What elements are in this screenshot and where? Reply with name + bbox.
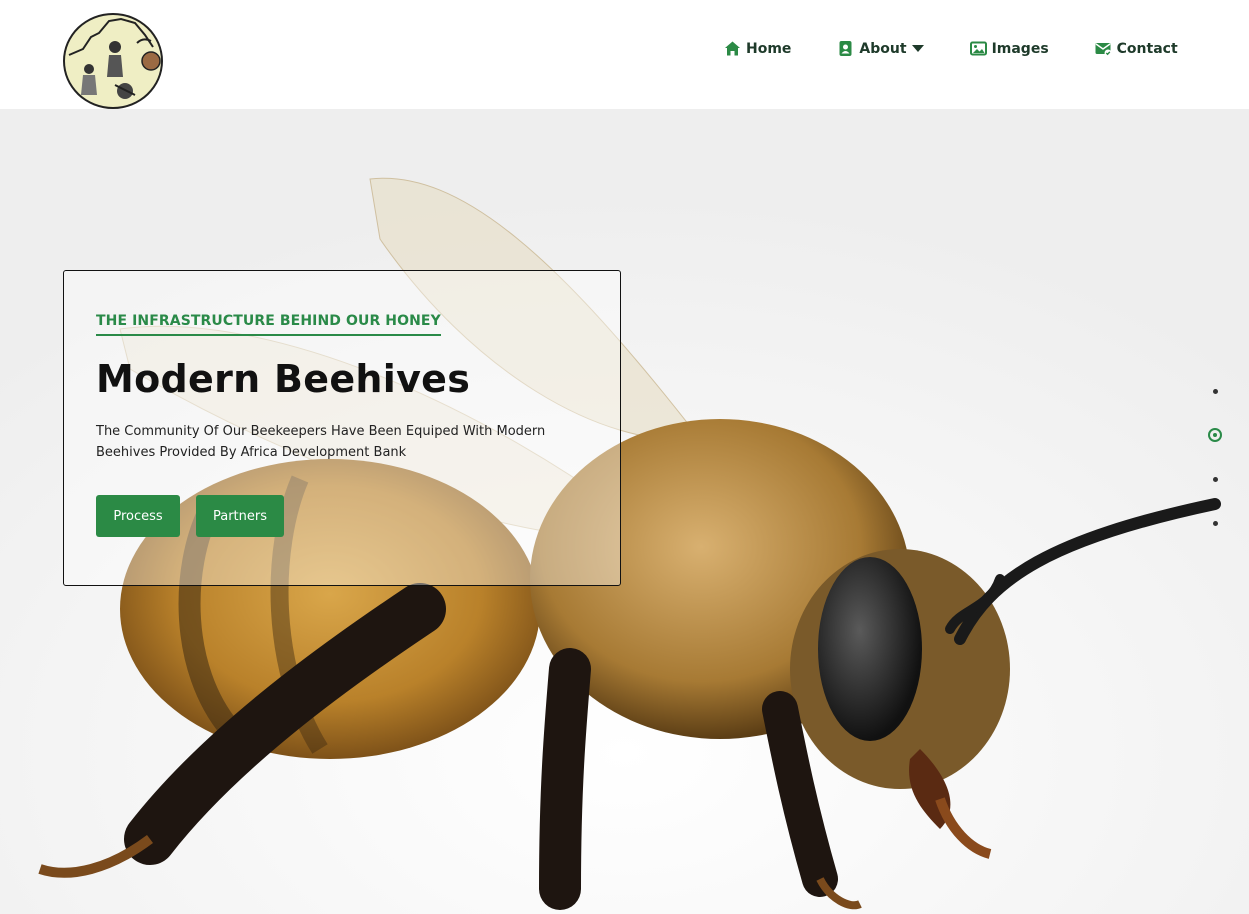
main-nav: Home About Images Contact bbox=[724, 40, 1178, 57]
person-badge-icon bbox=[837, 40, 854, 57]
slider-dot-2[interactable] bbox=[1205, 425, 1225, 445]
site-header: Home About Images Contact bbox=[0, 0, 1249, 109]
hero-eyebrow: THE INFRASTRUCTURE BEHIND OUR HONEY bbox=[96, 313, 441, 336]
slider-dots bbox=[1205, 381, 1225, 557]
process-button[interactable]: Process bbox=[96, 495, 180, 537]
image-icon bbox=[969, 40, 987, 57]
nav-home-label: Home bbox=[746, 40, 792, 57]
nav-contact-label: Contact bbox=[1116, 40, 1178, 57]
slider-dot-3[interactable] bbox=[1205, 469, 1225, 489]
slider-dot-1[interactable] bbox=[1205, 381, 1225, 401]
logo[interactable] bbox=[63, 13, 163, 109]
nav-images[interactable]: Images bbox=[969, 40, 1049, 57]
home-icon bbox=[724, 40, 741, 57]
slider-dot-4[interactable] bbox=[1205, 513, 1225, 533]
caret-down-icon[interactable] bbox=[911, 45, 924, 52]
nav-images-label: Images bbox=[991, 40, 1049, 57]
nav-contact[interactable]: Contact bbox=[1095, 40, 1178, 57]
partners-button[interactable]: Partners bbox=[196, 495, 284, 537]
nav-about-label: About bbox=[859, 40, 907, 57]
mail-check-icon bbox=[1095, 40, 1112, 57]
nav-home[interactable]: Home bbox=[724, 40, 791, 57]
nav-about[interactable]: About bbox=[837, 40, 924, 57]
hero-card: THE INFRASTRUCTURE BEHIND OUR HONEY Mode… bbox=[63, 270, 621, 586]
hero-description: The Community Of Our Beekeepers Have Bee… bbox=[96, 424, 546, 460]
hero-title: Modern Beehives bbox=[96, 357, 471, 401]
